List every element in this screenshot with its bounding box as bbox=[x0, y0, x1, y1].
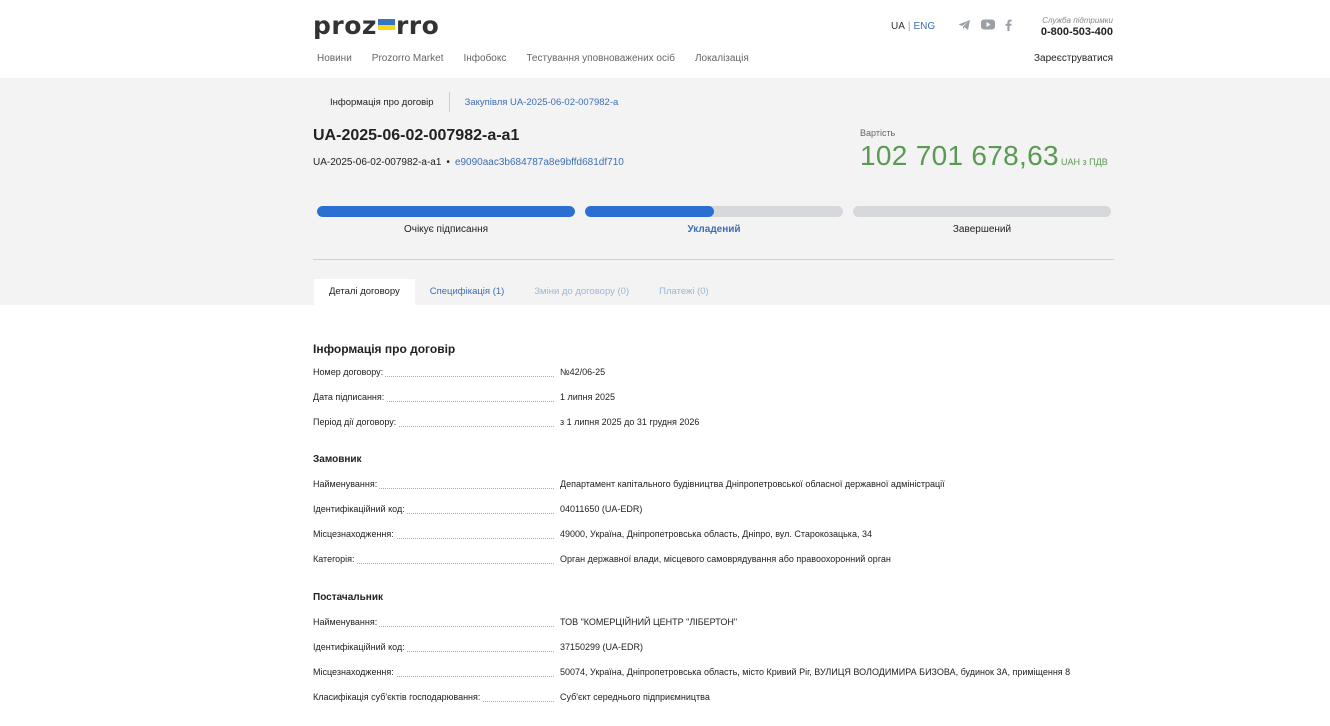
customer-row-label: Місцезнаходження: bbox=[313, 529, 396, 539]
tab-specification[interactable]: Специфікація (1) bbox=[415, 279, 520, 305]
tab-contract-details[interactable]: Деталі договору bbox=[314, 279, 415, 305]
breadcrumb: Інформація про договір Закупівля UA-2025… bbox=[330, 92, 618, 112]
lang-ua[interactable]: UA bbox=[891, 21, 905, 32]
lang-eng[interactable]: ENG bbox=[914, 21, 936, 32]
contract-amount: 102 701 678,63 bbox=[860, 140, 1059, 171]
customer-row-label: Найменування: bbox=[313, 479, 380, 489]
supplier-row-address: Місцезнаходження: 50074, Україна, Дніпро… bbox=[313, 667, 1114, 681]
nav-testing[interactable]: Тестування уповноважених осіб bbox=[526, 53, 675, 64]
nav-news[interactable]: Новини bbox=[317, 53, 352, 64]
status-progress-bar-2 bbox=[585, 206, 843, 217]
register-link[interactable]: Зареєструватися bbox=[1034, 53, 1113, 64]
facebook-icon[interactable] bbox=[1005, 19, 1012, 34]
id-separator: • bbox=[446, 157, 450, 168]
status-progress-bar-1 bbox=[317, 206, 575, 217]
customer-row-value: Департамент капітального будівництва Дні… bbox=[560, 479, 945, 489]
info-row-period: Період дії договору: з 1 липня 2025 до 3… bbox=[313, 417, 1114, 431]
info-row-label: Період дії договору: bbox=[313, 417, 399, 427]
social-links bbox=[958, 19, 1012, 34]
customer-row-address: Місцезнаходження: 49000, Україна, Дніпро… bbox=[313, 529, 1114, 543]
page: proz rro UA | ENG Служба підтримки 0-800-50… bbox=[0, 0, 1330, 726]
breadcrumb-current: Інформація про договір bbox=[330, 96, 434, 108]
customer-row-label: Категорія: bbox=[313, 554, 357, 564]
progress-fill-1 bbox=[317, 206, 575, 217]
info-row-value: №42/06-25 bbox=[560, 367, 606, 377]
contract-id: UA-2025-06-02-007982-a-a1 bbox=[313, 157, 442, 168]
info-row-value: 1 липня 2025 bbox=[560, 392, 616, 402]
main-nav: Новини Prozorro Market Інфобокс Тестуван… bbox=[317, 53, 769, 64]
nav-infobox[interactable]: Інфобокс bbox=[463, 53, 506, 64]
contract-tabs: Деталі договору Специфікація (1) Зміни д… bbox=[314, 279, 724, 305]
supplier-row-label: Місцезнаходження: bbox=[313, 667, 396, 677]
page-title: UA-2025-06-02-007982-a-a1 bbox=[313, 127, 520, 144]
lang-separator: | bbox=[907, 21, 911, 32]
customer-row-value: 04011650 (UA-EDR) bbox=[560, 504, 643, 514]
site-header: proz rro UA | ENG Служба підтримки 0-800-50… bbox=[0, 0, 1330, 78]
info-row-value: з 1 липня 2025 до 31 грудня 2026 bbox=[560, 417, 700, 427]
info-row-label: Номер договору: bbox=[313, 367, 386, 377]
nav-localization[interactable]: Локалізація bbox=[695, 53, 749, 64]
contract-header-band bbox=[0, 78, 1330, 305]
support-block: Служба підтримки 0-800-503-400 bbox=[1041, 16, 1113, 38]
breadcrumb-tender-link[interactable]: Закупівля UA-2025-06-02-007982-a bbox=[465, 97, 619, 108]
customer-row-label: Ідентифікаційний код: bbox=[313, 504, 407, 514]
status-label-completed: Завершений bbox=[952, 224, 1012, 235]
status-label-concluded: Укладений bbox=[687, 224, 741, 235]
supplier-row-value: ТОВ "КОМЕРЦІЙНИЙ ЦЕНТР "ЛІБЕРТОН" bbox=[560, 617, 738, 627]
ukraine-flag-icon bbox=[377, 19, 395, 30]
tab-payments[interactable]: Платежі (0) bbox=[644, 279, 724, 305]
info-row-label: Дата підписання: bbox=[313, 392, 387, 402]
contract-hash-link[interactable]: e9090aac3b684787a8e9bffd681df710 bbox=[455, 157, 624, 168]
section-title-customer: Замовник bbox=[313, 454, 362, 465]
supplier-row-classification: Класифікація суб'єктів господарювання: С… bbox=[313, 692, 1114, 706]
customer-row-value: Орган державної влади, місцевого самовря… bbox=[560, 554, 891, 564]
customer-row-name: Найменування: Департамент капітального б… bbox=[313, 479, 1114, 493]
language-switcher: UA | ENG bbox=[891, 21, 935, 32]
supplier-row-code: Ідентифікаційний код: 37150299 (UA-EDR) bbox=[313, 642, 1114, 656]
progress-fill-2 bbox=[585, 206, 714, 217]
section-title-contract-info: Інформація про договір bbox=[313, 342, 456, 356]
supplier-row-value: 37150299 (UA-EDR) bbox=[560, 642, 644, 652]
value-label: Вартість bbox=[860, 128, 896, 138]
supplier-row-label: Класифікація суб'єктів господарювання: bbox=[313, 692, 483, 702]
status-progress-bar-3 bbox=[853, 206, 1111, 217]
customer-row-category: Категорія: Орган державної влади, місцев… bbox=[313, 554, 1114, 568]
breadcrumb-divider bbox=[448, 92, 450, 112]
supplier-row-name: Найменування: ТОВ "КОМЕРЦІЙНИЙ ЦЕНТР "ЛІ… bbox=[313, 617, 1114, 631]
logo-text-right: rro bbox=[395, 11, 440, 40]
supplier-row-label: Ідентифікаційний код: bbox=[313, 642, 407, 652]
logo-text-left: proz bbox=[313, 11, 377, 40]
supplier-row-label: Найменування: bbox=[313, 617, 380, 627]
supplier-row-value: Суб'єкт середнього підприємництва bbox=[560, 692, 710, 702]
support-label: Служба підтримки bbox=[1042, 16, 1113, 25]
status-label-awaiting-signing: Очікує підписання bbox=[403, 224, 489, 235]
youtube-icon[interactable] bbox=[981, 19, 995, 34]
nav-prozorro-market[interactable]: Prozorro Market bbox=[372, 53, 444, 64]
info-row-sign-date: Дата підписання: 1 липня 2025 bbox=[313, 392, 1114, 406]
section-title-supplier: Постачальник bbox=[313, 592, 383, 603]
customer-row-value: 49000, Україна, Дніпропетровська область… bbox=[560, 529, 872, 539]
section-divider bbox=[313, 259, 1114, 260]
telegram-icon[interactable] bbox=[958, 19, 971, 34]
prozorro-logo[interactable]: proz rro bbox=[313, 11, 439, 40]
support-phone[interactable]: 0-800-503-400 bbox=[1041, 26, 1113, 38]
tab-contract-changes[interactable]: Зміни до договору (0) bbox=[519, 279, 644, 305]
contract-currency: UAH з ПДВ bbox=[1061, 157, 1108, 167]
info-row-number: Номер договору: №42/06-25 bbox=[313, 367, 1114, 381]
customer-row-code: Ідентифікаційний код: 04011650 (UA-EDR) bbox=[313, 504, 1114, 518]
supplier-row-value: 50074, Україна, Дніпропетровська область… bbox=[560, 667, 1071, 677]
contract-id-line: UA-2025-06-02-007982-a-a1 • e9090aac3b6847… bbox=[313, 157, 624, 168]
